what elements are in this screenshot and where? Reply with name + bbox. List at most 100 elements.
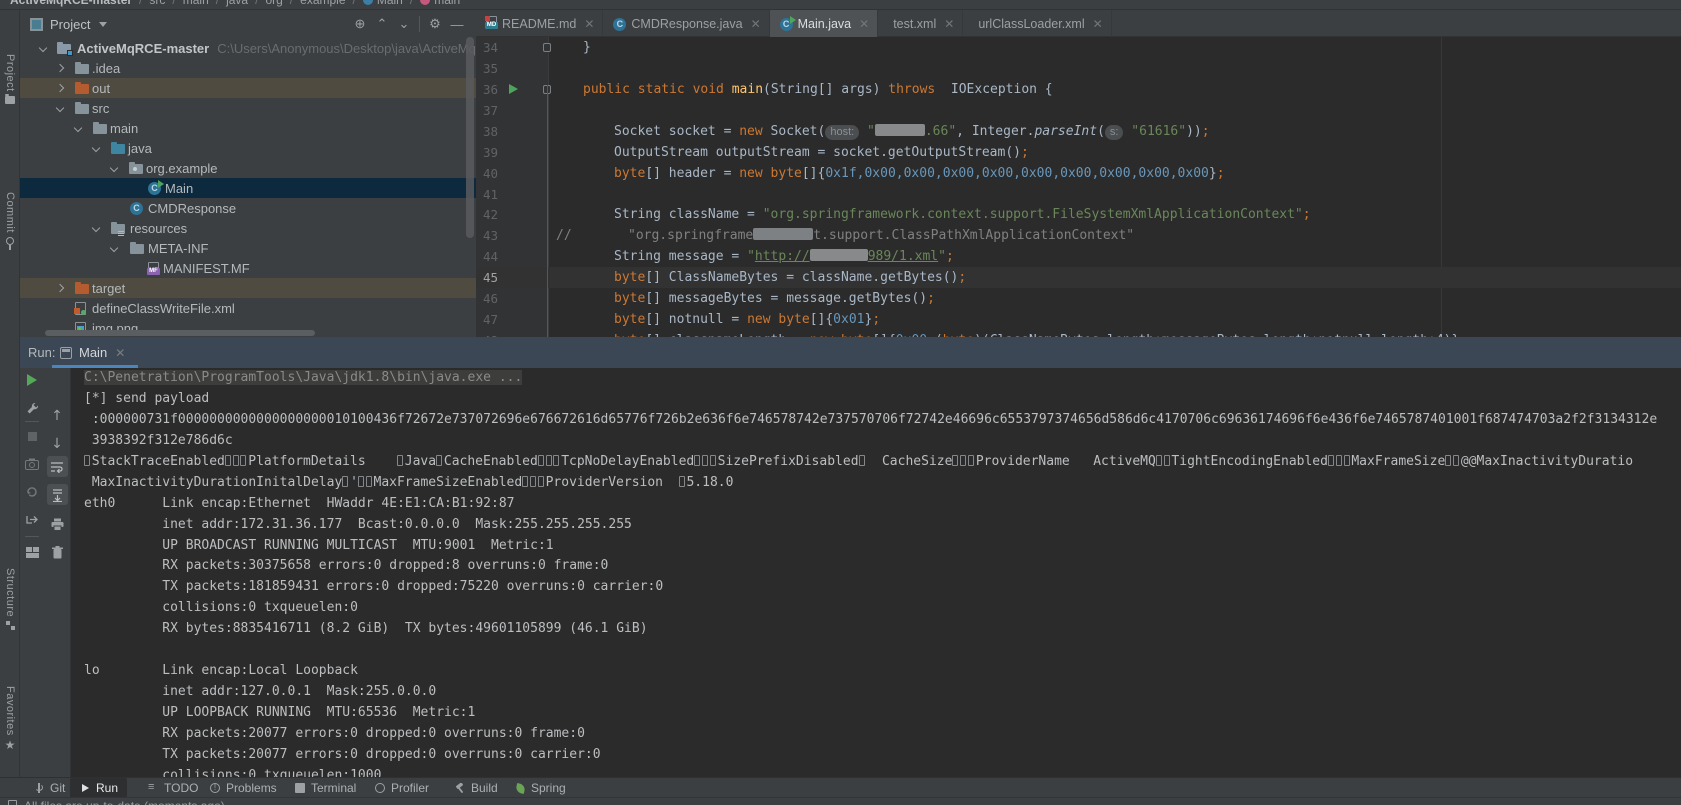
terminal-icon xyxy=(294,782,306,794)
tree-item-label: main xyxy=(110,121,138,136)
close-icon[interactable]: ✕ xyxy=(1093,17,1103,31)
gear-icon[interactable]: ⚙ xyxy=(424,16,446,32)
tree-item-label: org.example xyxy=(146,161,218,176)
chevron-down-icon[interactable] xyxy=(57,98,63,118)
breadcrumb-separator: / xyxy=(410,0,413,7)
tree-item-manifest-mf[interactable]: MFMANIFEST.MF xyxy=(20,258,476,278)
project-tool-button[interactable]: Project xyxy=(30,17,107,32)
project-panel: Project ⊕⌃⌄ ⚙— ActiveMqRCE-masterC:\Users… xyxy=(20,10,476,337)
toolbar-button-spring[interactable]: Spring xyxy=(505,778,575,798)
tab-cmdresponse-java[interactable]: CCMDResponse.java✕ xyxy=(603,10,769,37)
tree-item-java[interactable]: java xyxy=(20,138,476,158)
stripe-button-commit[interactable]: Commit xyxy=(0,192,20,249)
stripe-button-structure[interactable]: Structure xyxy=(0,568,20,634)
tab-main-java[interactable]: CMain.java✕ xyxy=(770,10,879,37)
toolbar-button-terminal[interactable]: Terminal xyxy=(285,778,365,798)
chevron-down-icon[interactable] xyxy=(75,118,81,138)
delete-icon[interactable] xyxy=(49,544,65,560)
chevron-down-icon[interactable] xyxy=(93,218,99,238)
breadcrumb-item[interactable]: main xyxy=(434,0,460,7)
toolbar-button-todo[interactable]: TODO xyxy=(138,778,207,798)
collapse-icon[interactable]: ⌃ xyxy=(371,16,393,32)
breadcrumb-item[interactable]: main xyxy=(183,0,209,7)
tree-item-defineclasswritefile-xml[interactable]: defineClassWriteFile.xml xyxy=(20,298,476,318)
tree-item-label: .idea xyxy=(92,61,120,76)
tree-item-src[interactable]: src xyxy=(20,98,476,118)
code-line-38: 38Socket socket = new Socket(host: ".66"… xyxy=(476,121,1681,142)
scroll-up-icon[interactable]: ↑ xyxy=(49,408,65,424)
chevron-right-icon[interactable] xyxy=(57,78,63,98)
chevron-right-icon[interactable] xyxy=(57,278,63,298)
chevron-down-icon[interactable] xyxy=(111,238,117,258)
close-icon[interactable]: ✕ xyxy=(584,17,594,31)
tree-item-resources[interactable]: resources xyxy=(20,218,476,238)
toolbar-button-run[interactable]: Run xyxy=(70,778,127,798)
folder-orange-icon xyxy=(75,78,89,98)
stripe-button-favorites[interactable]: Favorites★ xyxy=(0,686,20,754)
toolbar-button-profiler[interactable]: Profiler xyxy=(365,778,438,798)
stop-icon[interactable] xyxy=(24,428,40,444)
print-icon[interactable] xyxy=(49,516,65,532)
restart-debug-icon[interactable] xyxy=(24,484,40,500)
breadcrumb-item[interactable]: ActiveMqRCE-master xyxy=(10,0,132,7)
file-mf-icon: MF xyxy=(148,258,159,278)
tree-item-main[interactable]: CMain xyxy=(20,178,476,198)
screenshot-icon[interactable] xyxy=(24,456,40,472)
run-tab-close-icon[interactable]: ✕ xyxy=(115,346,125,360)
scroll-to-end-icon[interactable] xyxy=(49,487,65,503)
tree-item-activemqrce-master[interactable]: ActiveMqRCE-masterC:\Users\Anonymous\Des… xyxy=(20,38,476,58)
chevron-down-icon[interactable] xyxy=(93,138,99,158)
project-tree: ActiveMqRCE-masterC:\Users\Anonymous\Des… xyxy=(20,38,476,337)
line-number: 44 xyxy=(476,246,498,267)
breadcrumb-item[interactable]: example xyxy=(300,0,345,7)
tree-item-org-example[interactable]: org.example xyxy=(20,158,476,178)
tab-urlclassloader-xml[interactable]: urlClassLoader.xml✕ xyxy=(963,10,1111,37)
expand-icon[interactable]: ⌄ xyxy=(393,16,415,32)
tab-readme-md[interactable]: MDREADME.md✕ xyxy=(476,10,603,37)
stripe-button-project[interactable]: Project xyxy=(0,54,20,108)
tree-item-meta-inf[interactable]: META-INF xyxy=(20,238,476,258)
soft-wrap-icon[interactable] xyxy=(49,459,65,475)
chevron-down-icon[interactable] xyxy=(40,38,46,58)
run-line-icon[interactable] xyxy=(509,84,518,94)
toolbar-button-problems[interactable]: !Problems xyxy=(200,778,286,798)
breadcrumb-item[interactable]: src xyxy=(149,0,165,7)
console-line: MaxInactivityDurationInitalDelay'MaxFram… xyxy=(71,473,1681,494)
close-icon[interactable]: ✕ xyxy=(751,17,761,31)
chevron-down-icon[interactable] xyxy=(111,158,117,178)
layout-icon[interactable] xyxy=(24,544,40,560)
line-number: 37 xyxy=(476,100,498,121)
run-tab-main[interactable]: Main ✕ xyxy=(60,337,125,368)
console-output[interactable]: C:\Penetration\ProgramTools\Java\jdk1.8\… xyxy=(71,368,1681,777)
star-icon: ★ xyxy=(5,738,16,752)
toolbar-button-git[interactable]: Git xyxy=(24,778,74,798)
tree-item--idea[interactable]: .idea xyxy=(20,58,476,78)
breadcrumb-item[interactable]: org xyxy=(265,0,282,7)
fold-marker[interactable] xyxy=(543,43,551,52)
exit-icon[interactable] xyxy=(24,511,40,527)
class-run-icon: C xyxy=(148,178,161,198)
breadcrumb-separator: / xyxy=(290,0,293,7)
project-tree-vertical-scrollbar[interactable] xyxy=(466,37,474,238)
tab-test-xml[interactable]: test.xml✕ xyxy=(878,10,963,37)
project-tree-horizontal-scrollbar[interactable] xyxy=(45,330,315,336)
breadcrumb-item[interactable]: java xyxy=(226,0,248,7)
close-icon[interactable]: ✕ xyxy=(859,17,869,31)
tree-item-target[interactable]: target xyxy=(20,278,476,298)
tree-item-cmdresponse[interactable]: CCMDResponse xyxy=(20,198,476,218)
tree-item-main[interactable]: main xyxy=(20,118,476,138)
console-line: 3938392f312e786d6c xyxy=(71,431,1681,452)
close-icon[interactable]: ✕ xyxy=(944,17,954,31)
breadcrumb-item[interactable]: Main xyxy=(377,0,403,7)
run-toolbar-left xyxy=(20,368,44,777)
tree-item-out[interactable]: out xyxy=(20,78,476,98)
code-editor[interactable]: 34}3536public static void main(String[] … xyxy=(476,37,1681,337)
chevron-right-icon[interactable] xyxy=(57,58,63,78)
locate-icon[interactable]: ⊕ xyxy=(349,16,371,32)
toolbar-button-build[interactable]: Build xyxy=(445,778,507,798)
console-line xyxy=(71,640,1681,661)
rerun-icon[interactable] xyxy=(24,372,40,388)
minimize-icon[interactable]: — xyxy=(446,17,468,32)
settings-icon[interactable] xyxy=(24,400,40,416)
scroll-down-icon[interactable]: ↓ xyxy=(49,436,65,452)
